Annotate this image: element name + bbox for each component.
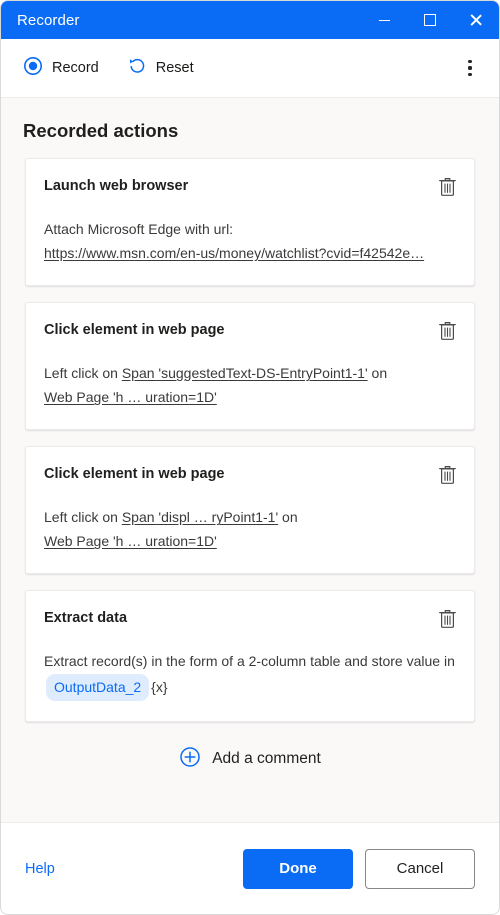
more-vertical-icon[interactable] xyxy=(455,53,485,83)
done-button[interactable]: Done xyxy=(243,848,353,889)
record-button[interactable]: Record xyxy=(17,50,109,87)
toolbar: Record Reset xyxy=(1,39,499,98)
reset-arrow-icon xyxy=(127,56,147,81)
trash-icon[interactable] xyxy=(434,606,460,632)
help-link[interactable]: Help xyxy=(25,861,55,877)
maximize-icon xyxy=(424,14,436,26)
action-card[interactable]: Launch web browser Attach Microsoft Edge … xyxy=(25,158,475,287)
action-card-line: Left click on Span 'suggestedText-DS-Ent… xyxy=(44,361,456,385)
add-comment-button[interactable]: Add a comment xyxy=(167,740,333,779)
action-card-body: Left click on Span 'suggestedText-DS-Ent… xyxy=(44,361,456,409)
action-card-header: Extract data xyxy=(44,609,456,632)
action-target-link[interactable]: Span 'suggestedText-DS-EntryPoint1-1' xyxy=(122,365,368,381)
action-description-text: on xyxy=(278,509,298,526)
action-card-body: Left click on Span 'displ … ryPoint1-1' … xyxy=(44,505,456,553)
minimize-button[interactable] xyxy=(361,1,407,39)
action-description-text: on xyxy=(367,365,388,382)
reset-button[interactable]: Reset xyxy=(121,50,204,87)
action-card-title: Click element in web page xyxy=(44,322,225,339)
action-target-link[interactable]: Web Page 'h … uration=1D' xyxy=(44,389,217,405)
kebab-dot xyxy=(468,73,472,77)
add-comment-row: Add a comment xyxy=(1,740,499,779)
action-card-line: Extract record(s) in the form of a 2-col… xyxy=(44,649,456,701)
action-card-line: Attach Microsoft Edge with url: xyxy=(44,217,456,241)
action-card-body: Extract record(s) in the form of a 2-col… xyxy=(44,649,456,701)
action-card-line: https://www.msn.com/en-us/money/watchlis… xyxy=(44,241,456,265)
action-card[interactable]: Extract data Extract record(s) in the for… xyxy=(25,590,475,722)
action-card-line: Web Page 'h … uration=1D' xyxy=(44,529,456,553)
footer-bar: Help Done Cancel xyxy=(1,822,499,914)
record-label: Record xyxy=(52,60,99,76)
action-card-list: Launch web browser Attach Microsoft Edge … xyxy=(1,158,499,722)
circle-plus-icon xyxy=(179,746,201,773)
title-bar: Recorder xyxy=(1,1,499,39)
action-card-line: Left click on Span 'displ … ryPoint1-1' … xyxy=(44,505,456,529)
action-description-text: Attach Microsoft Edge with url: xyxy=(44,221,234,237)
kebab-dot xyxy=(468,59,472,63)
action-card-body: Attach Microsoft Edge with url: https://w… xyxy=(44,217,456,265)
action-card-title: Extract data xyxy=(44,610,128,627)
close-button[interactable] xyxy=(453,1,499,39)
action-card-line: Web Page 'h … uration=1D' xyxy=(44,385,456,409)
close-icon xyxy=(469,13,483,27)
recorded-actions-panel[interactable]: Recorded actions Launch web browser Attac… xyxy=(1,98,499,822)
recorder-window: Recorder Record Reset Recorded actions L… xyxy=(0,0,500,915)
window-title: Recorder xyxy=(17,11,80,29)
action-card-title: Launch web browser xyxy=(44,178,189,194)
cancel-button[interactable]: Cancel xyxy=(365,848,475,889)
action-card-title: Click element in web page xyxy=(44,466,225,483)
maximize-button[interactable] xyxy=(407,1,453,39)
page-title: Recorded actions xyxy=(23,120,179,141)
action-target-link[interactable]: https://www.msn.com/en-us/money/watchlis… xyxy=(44,245,424,261)
action-card-header: Click element in web page xyxy=(44,465,456,488)
action-target-link[interactable]: Span 'displ … ryPoint1-1' xyxy=(122,509,278,525)
action-card-header: Launch web browser xyxy=(44,177,456,200)
window-controls xyxy=(361,1,499,39)
trash-icon[interactable] xyxy=(434,462,460,488)
record-circle-icon xyxy=(23,56,43,81)
action-description-text: Left click on xyxy=(44,365,122,382)
add-comment-label: Add a comment xyxy=(212,750,321,768)
minimize-icon xyxy=(378,19,390,21)
action-card[interactable]: Click element in web page Left click on S… xyxy=(25,446,475,575)
variable-chip[interactable]: OutputData_2 xyxy=(46,673,150,701)
action-card-header: Click element in web page xyxy=(44,321,456,344)
trash-icon[interactable] xyxy=(434,174,460,200)
action-description-text: Extract record(s) in the form of a 2-col… xyxy=(44,653,455,670)
variable-type-indicator: {x} xyxy=(151,678,168,695)
kebab-dot xyxy=(468,66,472,70)
action-card[interactable]: Click element in web page Left click on S… xyxy=(25,302,475,431)
reset-label: Reset xyxy=(155,60,194,76)
action-description-text: Left click on xyxy=(44,509,122,526)
action-target-link[interactable]: Web Page 'h … uration=1D' xyxy=(44,533,217,549)
trash-icon[interactable] xyxy=(434,318,460,344)
